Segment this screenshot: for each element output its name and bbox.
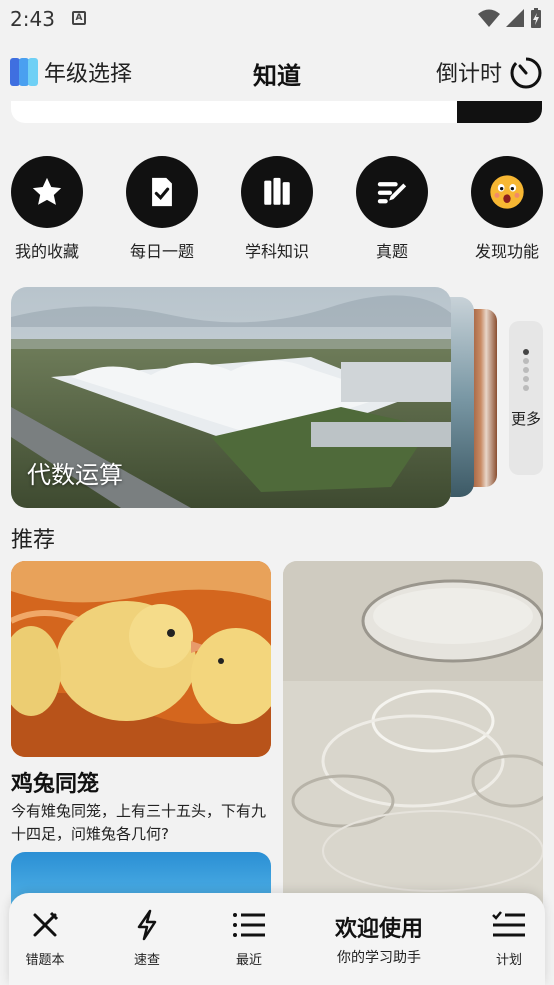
bottom-nav-bar: 错题本 速查 最近 欢迎使用 你的学习助手 计划 — [9, 893, 545, 985]
recommend-card-chicks[interactable] — [11, 561, 271, 757]
books-icon — [241, 156, 313, 228]
quick-action-label: 学科知识 — [244, 242, 309, 261]
banner-peek-card[interactable] — [470, 309, 497, 487]
carousel-dots — [522, 349, 530, 391]
welcome-subtitle: 你的学习助手 — [337, 950, 421, 966]
banner-more-button[interactable]: 更多 — [509, 321, 543, 475]
quick-action-label: 真题 — [375, 242, 408, 261]
countdown-label: 倒计时 — [435, 62, 502, 87]
recommend-card-water[interactable] — [283, 561, 543, 906]
quick-action-label: 我的收藏 — [14, 242, 79, 261]
battery-charging-icon — [531, 8, 541, 28]
quick-action-label: 每日一题 — [129, 242, 194, 261]
card-image-water-glass — [283, 561, 543, 906]
quick-action-subjects[interactable]: 学科知识 — [222, 156, 332, 262]
top-card-remnant[interactable] — [11, 101, 542, 123]
quick-action-label: 发现功能 — [474, 242, 539, 261]
star-icon — [11, 156, 83, 228]
wifi-icon — [478, 9, 500, 27]
nav-quicklookup-button[interactable]: 速查 — [112, 909, 182, 968]
card-image-chicks — [11, 561, 271, 757]
sim-notification-icon: A — [72, 11, 86, 25]
nav-label: 速查 — [133, 953, 160, 968]
quick-action-daily[interactable]: 每日一题 — [107, 156, 217, 262]
lightning-icon — [137, 909, 157, 941]
cross-tools-icon — [33, 911, 59, 937]
app-header: 年级选择 知道 倒计时 — [0, 44, 554, 100]
timer-icon — [510, 57, 542, 89]
card-description: 今有雉兔同笼，上有三十五头，下有九十四足，问雉兔各几何? — [11, 802, 267, 843]
welcome-title: 欢迎使用 — [334, 917, 423, 942]
welcome-block: 欢迎使用 你的学习助手 — [309, 911, 449, 967]
quick-actions: 我的收藏 每日一题 学科知识 真题 发现功能 — [0, 156, 554, 266]
nav-label: 最近 — [235, 953, 262, 968]
banner-caption: 代数运算 — [27, 461, 123, 489]
status-bar: 2:43 A — [0, 0, 554, 40]
quick-action-discover[interactable]: 发现功能 — [452, 156, 554, 262]
quick-action-exams[interactable]: 真题 — [337, 156, 447, 262]
nav-mistakes-button[interactable]: 错题本 — [10, 909, 80, 968]
card-title: 鸡兔同笼 — [11, 772, 100, 797]
emoji-face-icon — [471, 156, 543, 228]
nav-label: 错题本 — [25, 953, 65, 968]
quick-action-favorites[interactable]: 我的收藏 — [0, 156, 102, 262]
daily-check-icon — [126, 156, 198, 228]
nav-plan-button[interactable]: 计划 — [474, 909, 544, 968]
checklist-icon — [492, 911, 525, 937]
signal-icon — [506, 9, 524, 27]
more-label: 更多 — [510, 410, 541, 428]
nav-recent-button[interactable]: 最近 — [214, 909, 284, 968]
nav-label: 计划 — [495, 953, 522, 968]
section-title-recommend: 推荐 — [11, 528, 56, 553]
status-icons — [478, 8, 542, 28]
exam-pen-icon — [356, 156, 428, 228]
list-icon — [233, 913, 265, 937]
countdown-button[interactable]: 倒计时 — [436, 54, 544, 90]
status-time: 2:43 — [10, 7, 55, 31]
banner-card[interactable]: 代数运算 — [11, 287, 451, 508]
